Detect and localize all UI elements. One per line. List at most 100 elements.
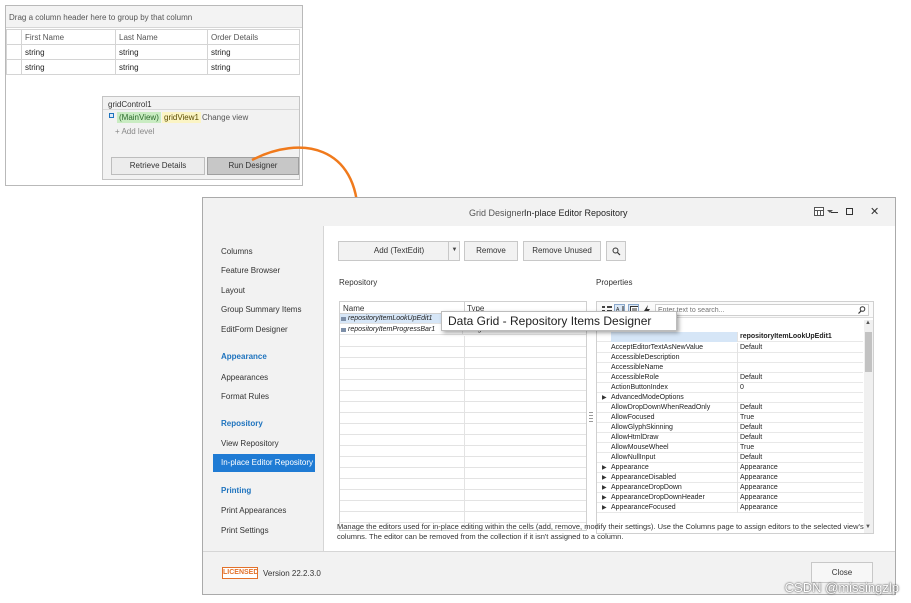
property-row[interactable]: AllowDropDownWhenReadOnly Default xyxy=(597,403,863,413)
nav-item-columns[interactable]: Columns xyxy=(213,243,315,261)
add-editor-button[interactable]: Add (TextEdit) xyxy=(338,241,460,261)
property-name: AllowDropDownWhenReadOnly xyxy=(611,404,711,411)
property-value[interactable] xyxy=(737,353,863,363)
main-view-tag[interactable]: (MainView) xyxy=(117,112,161,123)
view-name-tag[interactable]: gridView1 xyxy=(162,112,201,123)
group-panel[interactable]: Drag a column header here to group by th… xyxy=(6,6,302,28)
property-row[interactable]: AccessibleName xyxy=(597,363,863,373)
change-view-link[interactable]: Change view xyxy=(202,113,248,122)
nav-item-layout[interactable]: Layout xyxy=(213,282,315,300)
nav-section-printing: Printing xyxy=(221,486,252,495)
property-value[interactable]: Default xyxy=(737,423,863,433)
nav-item-inplace-editor-repository[interactable]: In-place Editor Repository xyxy=(213,454,315,472)
remove-button[interactable]: Remove xyxy=(464,241,518,261)
maximize-icon[interactable] xyxy=(846,208,853,215)
scrollbar-thumb[interactable] xyxy=(865,332,872,372)
splitter-handle[interactable] xyxy=(589,412,593,424)
property-row[interactable]: ▶ AdvancedModeOptions xyxy=(597,393,863,403)
repository-list[interactable]: Name Type repositoryItemLookUpEdit1 Look… xyxy=(339,301,587,531)
grid-cell[interactable]: string xyxy=(115,44,208,60)
nav-item-appearances[interactable]: Appearances xyxy=(213,369,315,387)
property-row[interactable]: AllowHtmlDraw Default xyxy=(597,433,863,443)
expand-icon[interactable]: ▶ xyxy=(602,503,607,513)
property-value[interactable]: 0 xyxy=(737,383,863,393)
property-row[interactable]: ▶ AppearanceDisabled Appearance xyxy=(597,473,863,483)
repository-item-name: repositoryItemProgressBar1 xyxy=(348,326,436,333)
property-value[interactable]: Default xyxy=(737,373,863,383)
table-row[interactable]: string string string xyxy=(6,59,300,75)
property-value[interactable]: Default xyxy=(737,343,863,353)
retrieve-details-button[interactable]: Retrieve Details xyxy=(111,157,205,175)
property-name: AppearanceDisabled xyxy=(611,474,676,481)
property-value[interactable]: repositoryItemLookUpEdit1 xyxy=(737,332,863,342)
property-value[interactable]: Appearance xyxy=(737,463,863,473)
expand-icon[interactable]: ▶ xyxy=(602,393,607,403)
property-value[interactable]: Appearance xyxy=(737,483,863,493)
nav-item-group-summary-items[interactable]: Group Summary Items xyxy=(213,301,315,319)
expand-icon[interactable]: ▶ xyxy=(602,473,607,483)
property-row[interactable]: AllowNullInput Default xyxy=(597,453,863,463)
property-value[interactable]: Appearance xyxy=(737,473,863,483)
property-row[interactable]: ▶ Appearance Appearance xyxy=(597,463,863,473)
property-row[interactable]: ▶ AppearanceFocused Appearance xyxy=(597,503,863,513)
chevron-down-icon[interactable]: ▼ xyxy=(448,241,460,261)
property-row[interactable]: AllowFocused True xyxy=(597,413,863,423)
grid-cell[interactable]: string xyxy=(21,44,116,60)
property-value[interactable] xyxy=(737,393,863,403)
property-search-input[interactable] xyxy=(656,305,846,316)
find-button[interactable] xyxy=(606,241,626,261)
row-indicator xyxy=(6,59,22,75)
nav-item-view-repository[interactable]: View Repository xyxy=(213,435,315,453)
column-header-first-name[interactable]: First Name xyxy=(21,29,116,45)
licensed-badge: LICENSED xyxy=(222,567,258,579)
property-value[interactable]: Default xyxy=(737,433,863,443)
grid-cell[interactable]: string xyxy=(207,44,300,60)
property-name: AcceptEditorTextAsNewValue xyxy=(611,344,704,351)
grid-cell[interactable]: string xyxy=(21,59,116,75)
property-value[interactable]: True xyxy=(737,443,863,453)
column-header-name[interactable]: Name xyxy=(343,304,364,313)
row-indicator-header xyxy=(6,29,22,45)
expand-icon[interactable]: ▶ xyxy=(602,493,607,503)
nav-item-format-rules[interactable]: Format Rules xyxy=(213,388,315,406)
row-indicator xyxy=(6,44,22,60)
grid-cell[interactable]: string xyxy=(207,59,300,75)
property-row[interactable]: AccessibleRole Default xyxy=(597,373,863,383)
repository-label: Repository xyxy=(339,278,378,287)
property-search-field[interactable] xyxy=(655,304,869,316)
scrollbar[interactable]: ▲ ▼ xyxy=(864,320,873,533)
property-row[interactable]: AccessibleDescription xyxy=(597,353,863,363)
property-value[interactable]: Appearance xyxy=(737,503,863,513)
property-row[interactable]: ActionButtonIndex 0 xyxy=(597,383,863,393)
property-value[interactable]: Default xyxy=(737,453,863,463)
property-value[interactable]: True xyxy=(737,413,863,423)
scroll-up-icon[interactable]: ▲ xyxy=(865,320,871,326)
property-name: Appearance xyxy=(611,464,649,471)
property-value[interactable]: Appearance xyxy=(737,493,863,503)
add-level-link[interactable]: + Add level xyxy=(115,127,154,136)
search-icon[interactable] xyxy=(858,306,866,314)
property-row[interactable]: AllowGlyphSkinning Default xyxy=(597,423,863,433)
property-value[interactable] xyxy=(737,363,863,373)
property-row[interactable]: AllowMouseWheel True xyxy=(597,443,863,453)
expand-icon[interactable]: ▶ xyxy=(602,483,607,493)
table-row[interactable]: string string string xyxy=(6,44,300,60)
property-row-selected[interactable]: repositoryItemLookUpEdit1 xyxy=(597,332,863,342)
nav-item-print-settings[interactable]: Print Settings xyxy=(213,522,315,540)
collapse-icon[interactable] xyxy=(109,113,114,118)
minimize-button[interactable] xyxy=(828,205,842,219)
properties-label: Properties xyxy=(596,278,633,287)
remove-unused-button[interactable]: Remove Unused xyxy=(523,241,601,261)
grid-cell[interactable]: string xyxy=(115,59,208,75)
property-value[interactable]: Default xyxy=(737,403,863,413)
nav-item-feature-browser[interactable]: Feature Browser xyxy=(213,262,315,280)
close-icon[interactable]: ✕ xyxy=(870,205,879,218)
column-header-last-name[interactable]: Last Name xyxy=(115,29,208,45)
column-header-order-details[interactable]: Order Details xyxy=(207,29,300,45)
property-row[interactable]: ▶ AppearanceDropDownHeader Appearance xyxy=(597,493,863,503)
expand-icon[interactable]: ▶ xyxy=(602,463,607,473)
nav-item-editform-designer[interactable]: EditForm Designer xyxy=(213,321,315,339)
property-row[interactable]: ▶ AppearanceDropDown Appearance xyxy=(597,483,863,493)
nav-item-print-appearances[interactable]: Print Appearances xyxy=(213,502,315,520)
property-row[interactable]: AcceptEditorTextAsNewValue Default xyxy=(597,343,863,353)
